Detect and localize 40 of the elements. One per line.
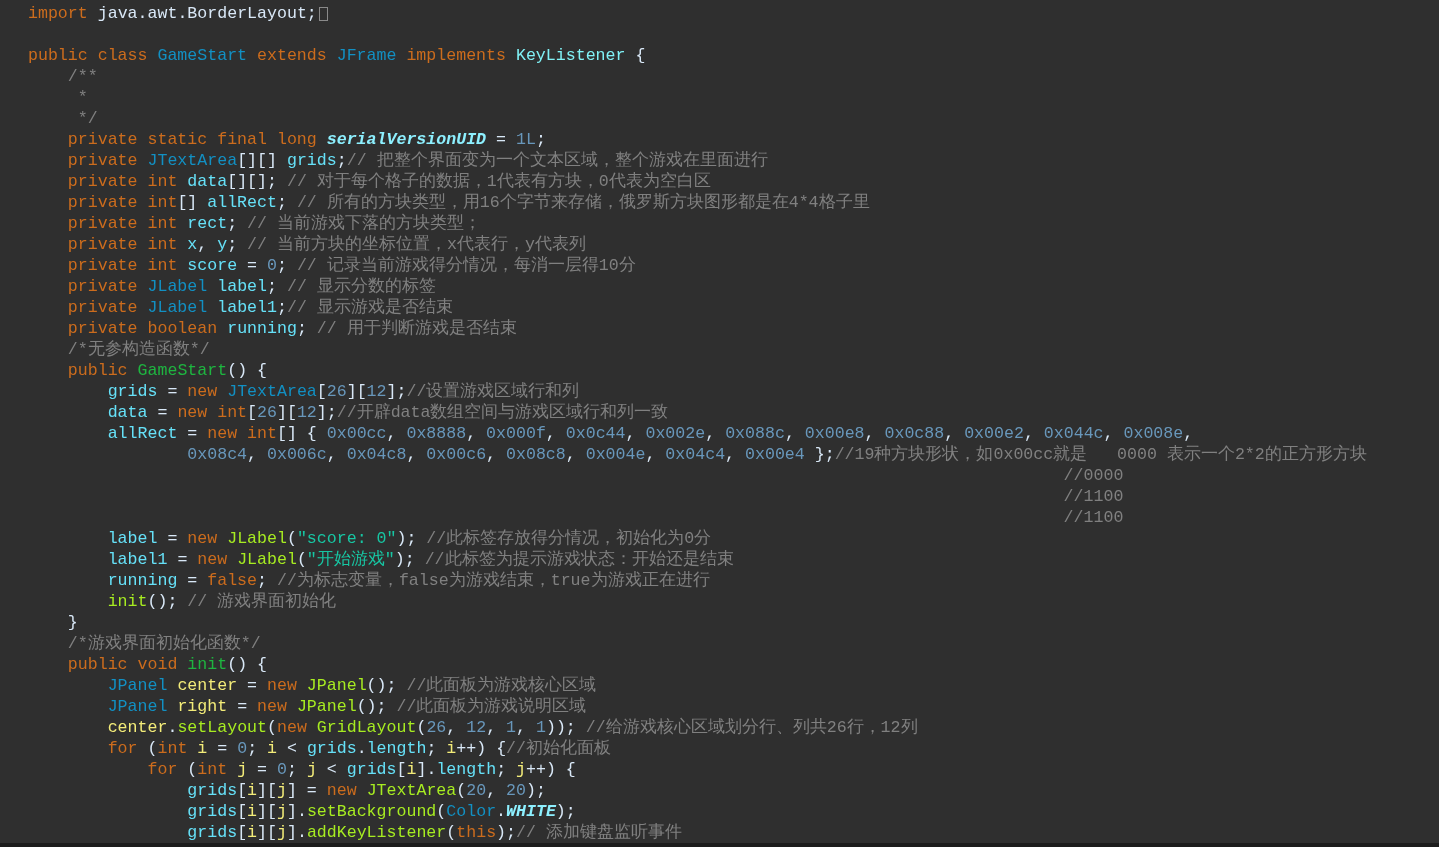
code-line: label = new JLabel("score: 0"); //此标签存放得分情况，初始化为0分 bbox=[106, 528, 712, 549]
code-line: private int score = 0; // 记录当前游戏得分情况，每消一层得10分 bbox=[66, 255, 636, 276]
code-line: * bbox=[76, 87, 88, 108]
code-line: data = new int[26][12];//开辟data数组空间与游戏区域行和列一致 bbox=[106, 402, 669, 423]
code-line: grids[i][j].addKeyListener(this);// 添加键盘监听事件 bbox=[186, 822, 682, 843]
code-line: private int[] allRect; // 所有的方块类型，用16个字节来存储，俄罗斯方块图形都是在4*4格子里 bbox=[66, 192, 870, 213]
code-line: private static final long serialVersionUID = 1L; bbox=[66, 129, 546, 150]
code-line: for (int i = 0; i < grids.length; i++) {//初始化面板 bbox=[106, 738, 611, 759]
code-line: public void init() { bbox=[66, 654, 267, 675]
code-line: allRect = new int[] { 0x00cc, 0x8888, 0x000f, 0x0c44, 0x002e, 0x088c, 0x00e8, 0x0c88, 0x00e2, 0x044c, 0x008e, bbox=[106, 423, 1194, 444]
code-line: import java.awt.BorderLayout; bbox=[28, 3, 328, 24]
code-line: private int x, y; // 当前方块的坐标位置，x代表行，y代表列 bbox=[66, 234, 586, 255]
code-line: center.setLayout(new GridLayout(26, 12, 1, 1)); //给游戏核心区域划分行、列共26行，12列 bbox=[106, 717, 918, 738]
code-line: /*无参构造函数*/ bbox=[66, 339, 210, 360]
code-line: grids[i][j].setBackground(Color.WHITE); bbox=[186, 801, 576, 822]
code-line: init(); // 游戏界面初始化 bbox=[106, 591, 337, 612]
code-line: } bbox=[66, 612, 78, 633]
code-line: label1 = new JLabel("开始游戏"); //此标签为提示游戏状态：开始还是结束 bbox=[106, 549, 734, 570]
code-line: public class GameStart extends JFrame implements KeyListener { bbox=[28, 45, 646, 66]
code-line: private int data[][]; // 对于每个格子的数据，1代表有方块，0代表为空白区 bbox=[66, 171, 711, 192]
code-line: JPanel center = new JPanel(); //此面板为游戏核心区域 bbox=[106, 675, 597, 696]
code-line: private int rect; // 当前游戏下落的方块类型； bbox=[66, 213, 481, 234]
code-line: for (int j = 0; j < grids[i].length; j++) { bbox=[146, 759, 576, 780]
code-line: /*游戏界面初始化函数*/ bbox=[66, 633, 261, 654]
code-line: //0000 bbox=[1062, 465, 1124, 486]
code-line: running = false; //为标志变量，false为游戏结束，true为游戏正在进行 bbox=[106, 570, 710, 591]
code-line: */ bbox=[76, 108, 98, 129]
code-line: //1100 bbox=[1062, 486, 1124, 507]
code-line: /** bbox=[66, 66, 98, 87]
code-line: private JLabel label; // 显示分数的标签 bbox=[66, 276, 436, 297]
code-line: JPanel right = new JPanel(); //此面板为游戏说明区域 bbox=[106, 696, 587, 717]
code-line: 0x08c4, 0x006c, 0x04c8, 0x00c6, 0x08c8, 0x004e, 0x04c4, 0x00e4 };//19种方块形状，如0x00cc就是 0000 表示一个2*2的正方形方块 bbox=[186, 444, 1367, 465]
code-line: private JTextArea[][] grids;// 把整个界面变为一个文本区域，整个游戏在里面进行 bbox=[66, 150, 768, 171]
code-line: private JLabel label1;// 显示游戏是否结束 bbox=[66, 297, 453, 318]
code-line: //1100 bbox=[1062, 507, 1124, 528]
code-line: grids[i][j] = new JTextArea(20, 20); bbox=[186, 780, 546, 801]
code-line: public GameStart() { bbox=[66, 360, 267, 381]
code-line: private boolean running; // 用于判断游戏是否结束 bbox=[66, 318, 517, 339]
fold-marker-icon[interactable] bbox=[318, 6, 328, 21]
code-line: grids = new JTextArea[26][12];//设置游戏区域行和列 bbox=[106, 381, 580, 402]
